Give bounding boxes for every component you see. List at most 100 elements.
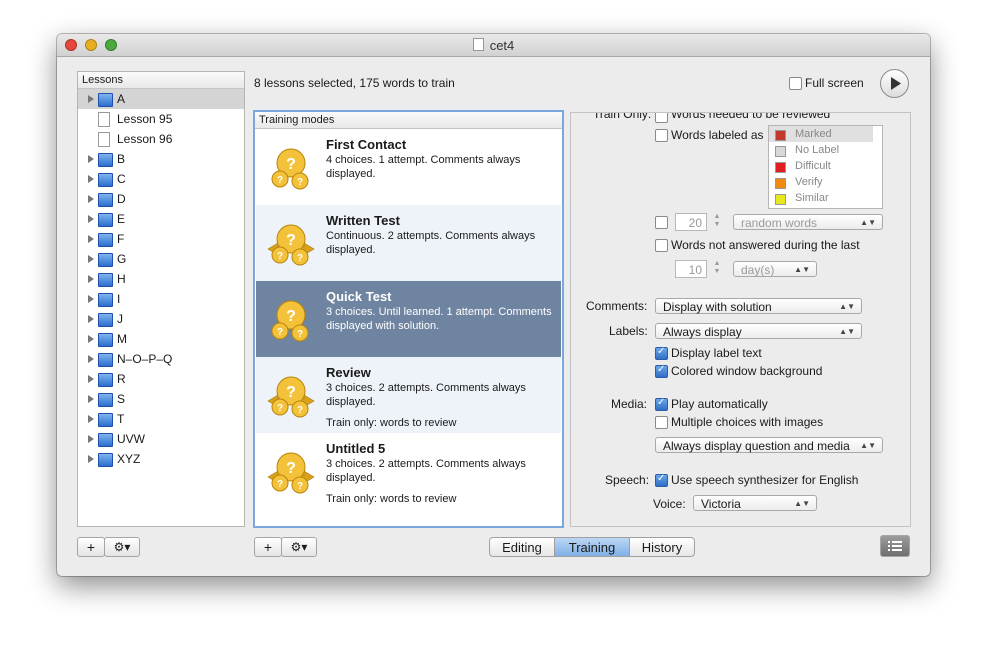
not-answered-checkbox[interactable] (655, 239, 668, 252)
disclosure-triangle-icon[interactable] (88, 395, 94, 403)
lesson-row[interactable]: N–O–P–Q (78, 349, 244, 369)
comments-label: Comments: (586, 299, 648, 313)
svg-text:?: ? (277, 327, 283, 338)
disclosure-triangle-icon[interactable] (88, 295, 94, 303)
disclosure-triangle-icon[interactable] (88, 255, 94, 263)
lesson-row[interactable]: T (78, 409, 244, 429)
training-mode-item[interactable]: ? ? ? Quick Test 3 choices. Until learned… (256, 281, 561, 357)
lessons-header[interactable]: Lessons (78, 72, 244, 89)
fullscreen-checkbox[interactable] (789, 77, 802, 90)
disclosure-triangle-icon[interactable] (88, 155, 94, 163)
days-count-field[interactable]: 10 (675, 260, 707, 278)
folder-icon (98, 313, 113, 327)
disclosure-triangle-icon[interactable] (88, 195, 94, 203)
disclosure-triangle-icon[interactable] (88, 455, 94, 463)
popup-arrow-icon: ▲▼ (794, 265, 810, 274)
random-count-stepper[interactable]: ▲ ▼ (712, 213, 722, 231)
flag-icon (775, 130, 786, 141)
lesson-label: H (117, 272, 126, 286)
mode-actions-button[interactable]: ⚙▾ (281, 537, 317, 557)
lesson-row[interactable]: Lesson 95 (78, 109, 244, 129)
tab-editing[interactable]: Editing (489, 537, 555, 557)
comments-popup[interactable]: Display with solution ▲▼ (655, 298, 862, 314)
lesson-actions-button[interactable]: ⚙▾ (104, 537, 140, 557)
add-mode-button[interactable]: + (254, 537, 282, 557)
lesson-row[interactable]: Lesson 96 (78, 129, 244, 149)
play-button[interactable] (880, 69, 909, 98)
multi-images-checkbox[interactable] (655, 416, 668, 429)
label-option[interactable]: Marked (769, 126, 873, 142)
play-auto-checkbox[interactable] (655, 397, 668, 411)
training-mode-item[interactable]: ? ? ? First Contact 4 choices. 1 attempt.… (256, 129, 561, 205)
lesson-row[interactable]: D (78, 189, 244, 209)
list-icon (888, 541, 902, 551)
popup-arrow-icon: ▲▼ (860, 218, 876, 227)
disclosure-triangle-icon[interactable] (88, 375, 94, 383)
label-option[interactable]: Verify (769, 174, 873, 190)
labels-popup[interactable]: Always display ▲▼ (655, 323, 862, 339)
mode-title: First Contact (326, 137, 407, 152)
document-icon (472, 38, 484, 51)
words-labeled-label: Words labeled as (671, 128, 764, 142)
colored-bg-checkbox[interactable] (655, 364, 668, 378)
lesson-row[interactable]: M (78, 329, 244, 349)
lesson-row[interactable]: A (78, 89, 244, 109)
lesson-label: M (117, 332, 127, 346)
display-label-text-checkbox[interactable] (655, 346, 668, 360)
disclosure-triangle-icon[interactable] (88, 235, 94, 243)
disclosure-triangle-icon[interactable] (88, 435, 94, 443)
disclosure-triangle-icon[interactable] (88, 415, 94, 423)
folder-icon (98, 233, 113, 247)
lesson-label: G (117, 252, 127, 266)
lesson-row[interactable]: B (78, 149, 244, 169)
lesson-row[interactable]: S (78, 389, 244, 409)
training-modes-header[interactable]: Training modes (255, 112, 562, 129)
svg-text:?: ? (286, 460, 296, 477)
lesson-row[interactable]: G (78, 249, 244, 269)
media-popup[interactable]: Always display question and media ▲▼ (655, 437, 883, 453)
tab-training[interactable]: Training (554, 537, 630, 557)
selection-status: 8 lessons selected, 175 words to train (254, 76, 455, 90)
training-mode-item[interactable]: ? ? ? Untitled 5 3 choices. 2 attempts. C… (256, 433, 561, 509)
lesson-row[interactable]: UVW (78, 429, 244, 449)
lesson-row[interactable]: R (78, 369, 244, 389)
lesson-row[interactable]: H (78, 269, 244, 289)
add-lesson-button[interactable]: + (77, 537, 105, 557)
label-option[interactable]: Difficult (769, 158, 873, 174)
random-words-checkbox[interactable] (655, 216, 668, 229)
days-count-stepper[interactable]: ▲ ▼ (712, 260, 722, 278)
lesson-label: F (117, 232, 125, 246)
disclosure-triangle-icon[interactable] (88, 275, 94, 283)
label-list[interactable]: Marked No Label Difficult Verify Similar (768, 125, 883, 209)
disclosure-triangle-icon[interactable] (88, 95, 94, 103)
disclosure-triangle-icon[interactable] (88, 355, 94, 363)
lesson-row[interactable]: C (78, 169, 244, 189)
svg-text:?: ? (297, 253, 303, 264)
list-view-button[interactable] (880, 535, 910, 557)
lesson-row[interactable]: E (78, 209, 244, 229)
disclosure-triangle-icon[interactable] (88, 215, 94, 223)
words-needed-checkbox[interactable] (655, 113, 668, 123)
label-option[interactable]: Similar (769, 190, 873, 206)
words-labeled-checkbox[interactable] (655, 129, 668, 142)
lesson-row[interactable]: I (78, 289, 244, 309)
lesson-row[interactable]: F (78, 229, 244, 249)
question-mark-icon: ? ? ? (266, 143, 316, 193)
voice-popup[interactable]: Victoria ▲▼ (693, 495, 817, 511)
days-popup[interactable]: day(s) ▲▼ (733, 261, 817, 277)
tab-history[interactable]: History (629, 537, 695, 557)
random-words-popup[interactable]: random words ▲▼ (733, 214, 883, 230)
random-count-field[interactable]: 20 (675, 213, 707, 231)
media-label: Media: (611, 397, 648, 411)
disclosure-triangle-icon[interactable] (88, 175, 94, 183)
lesson-row[interactable]: J (78, 309, 244, 329)
training-mode-item[interactable]: ? ? ? Written Test Continuous. 2 attempts… (256, 205, 561, 281)
lesson-row[interactable]: XYZ (78, 449, 244, 469)
not-answered-label: Words not answered during the last (671, 238, 860, 252)
disclosure-triangle-icon[interactable] (88, 335, 94, 343)
speech-checkbox[interactable] (655, 473, 668, 487)
training-mode-item[interactable]: ? ? ? Review 3 choices. 2 attempts. Comme… (256, 357, 561, 433)
popup-arrow-icon: ▲▼ (839, 327, 855, 336)
label-option[interactable]: No Label (769, 142, 873, 158)
disclosure-triangle-icon[interactable] (88, 315, 94, 323)
